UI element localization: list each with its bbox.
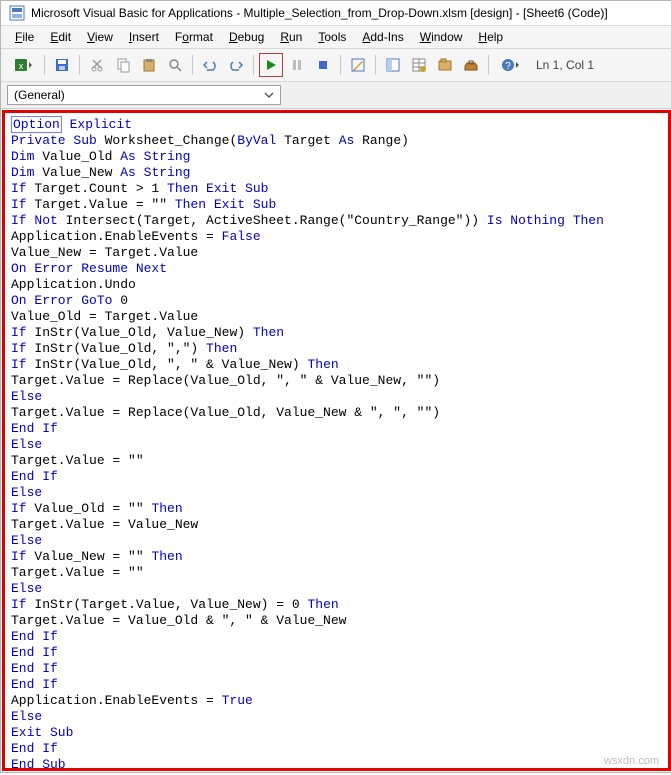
toolbar: x ? Ln 1, Col 1 (1, 49, 671, 82)
window-title: Microsoft Visual Basic for Applications … (31, 6, 608, 20)
svg-text:?: ? (505, 61, 511, 72)
chevron-down-icon (264, 90, 274, 100)
view-excel-button[interactable]: x (7, 53, 39, 77)
menubar: File Edit View Insert Format Debug Run T… (1, 26, 671, 49)
project-explorer-button[interactable] (381, 53, 405, 77)
menu-window[interactable]: Window (414, 28, 469, 46)
watermark: wsxdn.com (604, 755, 659, 767)
code-pane[interactable]: Option Explicit Private Sub Worksheet_Ch… (5, 113, 668, 768)
separator (340, 55, 341, 75)
menu-run[interactable]: Run (274, 28, 308, 46)
menu-view[interactable]: View (81, 28, 119, 46)
titlebar: Microsoft Visual Basic for Applications … (1, 1, 671, 26)
menu-insert[interactable]: Insert (123, 28, 165, 46)
find-button[interactable] (163, 53, 187, 77)
cut-button[interactable] (85, 53, 109, 77)
toolbox-button[interactable] (459, 53, 483, 77)
separator (192, 55, 193, 75)
code-text[interactable]: Option Explicit Private Sub Worksheet_Ch… (5, 113, 668, 768)
object-dropdown-value: (General) (14, 88, 65, 102)
run-button[interactable] (259, 53, 283, 77)
break-button[interactable] (285, 53, 309, 77)
menu-addins[interactable]: Add-Ins (356, 28, 409, 46)
code-header: (General) (1, 82, 671, 109)
menu-tools[interactable]: Tools (312, 28, 352, 46)
undo-button[interactable] (198, 53, 222, 77)
design-mode-button[interactable] (346, 53, 370, 77)
cursor-location: Ln 1, Col 1 (536, 58, 594, 72)
paste-button[interactable] (137, 53, 161, 77)
menu-debug[interactable]: Debug (223, 28, 270, 46)
svg-text:x: x (19, 61, 24, 71)
code-pane-highlight: Option Explicit Private Sub Worksheet_Ch… (2, 110, 671, 771)
object-dropdown[interactable]: (General) (7, 85, 281, 105)
separator (253, 55, 254, 75)
redo-button[interactable] (224, 53, 248, 77)
menu-format[interactable]: Format (169, 28, 219, 46)
separator (44, 55, 45, 75)
properties-button[interactable] (407, 53, 431, 77)
separator (79, 55, 80, 75)
menu-help[interactable]: Help (472, 28, 509, 46)
reset-button[interactable] (311, 53, 335, 77)
save-button[interactable] (50, 53, 74, 77)
vba-app-icon (9, 5, 25, 21)
menu-edit[interactable]: Edit (44, 28, 77, 46)
separator (375, 55, 376, 75)
help-button[interactable]: ? (494, 53, 526, 77)
copy-button[interactable] (111, 53, 135, 77)
separator (488, 55, 489, 75)
object-browser-button[interactable] (433, 53, 457, 77)
menu-file[interactable]: File (9, 28, 40, 46)
